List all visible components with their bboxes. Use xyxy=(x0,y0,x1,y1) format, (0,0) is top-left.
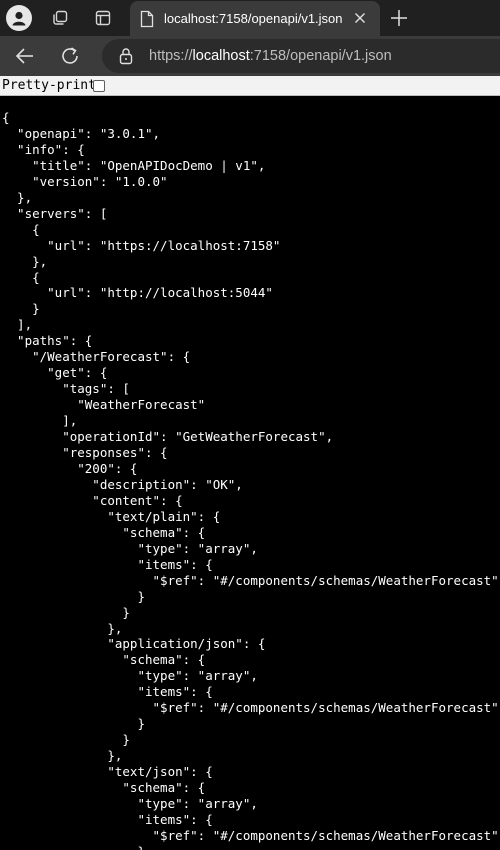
refresh-icon[interactable] xyxy=(58,44,82,68)
browser-toolbar: https://localhost:7158/openapi/v1.json xyxy=(0,36,500,76)
json-line: "application/json": { xyxy=(2,636,266,652)
json-line: }, xyxy=(2,620,123,636)
json-line: "/WeatherForecast": { xyxy=(2,349,191,365)
json-line: "text/json": { xyxy=(2,764,213,780)
json-line: ], xyxy=(2,413,78,429)
workspaces-icon[interactable] xyxy=(45,4,75,32)
json-line: "$ref": "#/components/schemas/WeatherFor… xyxy=(2,827,499,843)
tab-strip: localhost:7158/openapi/v1.json xyxy=(0,0,500,36)
json-line: } xyxy=(2,732,130,748)
json-line: }, xyxy=(2,253,48,269)
json-line: "items": { xyxy=(2,684,213,700)
json-line: } xyxy=(2,588,145,604)
page-icon xyxy=(139,10,155,28)
json-line: "items": { xyxy=(2,556,213,572)
pretty-print-bar: Pretty-print xyxy=(0,76,500,96)
json-line: "paths": { xyxy=(2,333,93,349)
json-line: } xyxy=(2,716,145,732)
json-line: "200": { xyxy=(2,460,138,476)
json-line: "schema": { xyxy=(2,780,206,796)
profile-icon[interactable] xyxy=(6,5,32,31)
pretty-print-checkbox[interactable] xyxy=(93,80,105,92)
json-line: "$ref": "#/components/schemas/WeatherFor… xyxy=(2,572,499,588)
json-line: } xyxy=(2,301,40,317)
tab-actions-icon[interactable] xyxy=(88,4,118,32)
close-icon[interactable] xyxy=(352,10,368,26)
json-line: "url": "https://localhost:7158" xyxy=(2,237,281,253)
json-line: "title": "OpenAPIDocDemo | v1", xyxy=(2,157,266,173)
json-line: }, xyxy=(2,748,123,764)
address-bar[interactable]: https://localhost:7158/openapi/v1.json xyxy=(102,39,500,73)
lock-icon[interactable] xyxy=(118,47,134,65)
json-line: "schema": { xyxy=(2,524,206,540)
json-line: "description": "OK", xyxy=(2,476,243,492)
json-line: "version": "1.0.0" xyxy=(2,173,168,189)
json-line: "type": "array", xyxy=(2,795,258,811)
json-line: "servers": [ xyxy=(2,205,108,221)
json-line: "text/plain": { xyxy=(2,508,221,524)
json-line: "schema": { xyxy=(2,652,206,668)
json-line: { xyxy=(2,269,40,285)
json-line: { xyxy=(2,110,10,125)
json-line: "url": "http://localhost:5044" xyxy=(2,285,273,301)
json-line: "type": "array", xyxy=(2,668,258,684)
json-line: "tags": [ xyxy=(2,381,130,397)
json-line: } xyxy=(2,844,145,850)
active-tab[interactable]: localhost:7158/openapi/v1.json xyxy=(130,1,380,36)
json-line: "$ref": "#/components/schemas/WeatherFor… xyxy=(2,700,499,716)
json-line: } xyxy=(2,604,130,620)
tab-title: localhost:7158/openapi/v1.json xyxy=(164,11,343,26)
json-line: ], xyxy=(2,317,33,333)
json-line: "items": { xyxy=(2,811,213,827)
json-line: "operationId": "GetWeatherForecast", xyxy=(2,429,334,445)
back-icon[interactable] xyxy=(13,44,37,68)
json-text: { "openapi": "3.0.1", "info": { "title":… xyxy=(2,110,499,850)
json-line: "type": "array", xyxy=(2,540,258,556)
json-line: "get": { xyxy=(2,365,108,381)
json-line: "info": { xyxy=(2,141,85,157)
new-tab-icon[interactable] xyxy=(387,6,411,30)
json-viewer: { "openapi": "3.0.1", "info": { "title":… xyxy=(0,97,500,850)
json-line: "openapi": "3.0.1", xyxy=(2,125,161,141)
pretty-print-label: Pretty-print xyxy=(2,78,96,93)
json-line: { xyxy=(2,221,40,237)
json-line: }, xyxy=(2,189,33,205)
json-line: "WeatherForecast" xyxy=(2,397,206,413)
json-line: "content": { xyxy=(2,492,183,508)
json-line: "responses": { xyxy=(2,445,168,461)
url-text: https://localhost:7158/openapi/v1.json xyxy=(149,48,392,64)
